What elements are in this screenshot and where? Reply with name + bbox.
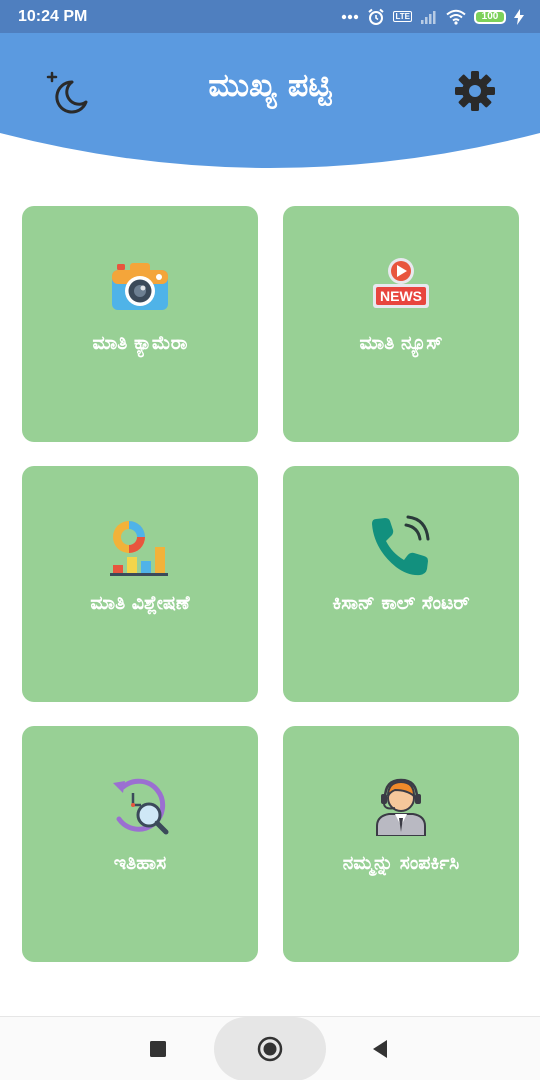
- menu-card-contact[interactable]: ನಮ್ಮನ್ನು ಸಂಪರ್ಕಿಸಿ: [283, 726, 519, 962]
- wifi-icon: [446, 9, 466, 25]
- menu-card-analytics[interactable]: ಮಾತಿ ವಿಶ್ಲೇಷಣೆ: [22, 466, 258, 702]
- dark-mode-toggle[interactable]: [44, 70, 92, 114]
- triangle-back-icon: [373, 1040, 387, 1058]
- menu-card-label: ಕಿಸಾನ್ ಕಾಲ್ ಸೆಂಟರ್: [332, 592, 470, 614]
- menu-card-label: ಮಾತಿ ಕ್ಯಾಮೆರಾ: [92, 332, 188, 354]
- battery-indicator: 100: [474, 9, 506, 24]
- status-time: 10:24 PM: [18, 7, 88, 25]
- charging-bolt-icon: [514, 8, 524, 25]
- menu-card-label: ಇತಿಹಾಸ: [113, 852, 167, 874]
- settings-button[interactable]: [452, 68, 498, 114]
- camera-icon: [112, 263, 168, 310]
- analytics-icon: [110, 521, 168, 576]
- gear-icon: [455, 71, 495, 111]
- support-agent-icon: [376, 778, 426, 836]
- signal-icon: [421, 10, 436, 24]
- menu-card-call-center[interactable]: ಕಿಸಾನ್ ಕಾಲ್ ಸೆಂಟರ್: [283, 466, 519, 702]
- menu-card-history[interactable]: ಇತಿಹಾಸ: [22, 726, 258, 962]
- menu-card-label: ನಮ್ಮನ್ನು ಸಂಪರ್ಕಿಸಿ: [342, 852, 460, 874]
- alarm-icon: [368, 8, 385, 25]
- back-button[interactable]: [362, 1031, 398, 1067]
- square-icon: [150, 1041, 166, 1057]
- menu-card-label: ಮಾತಿ ನ್ಯೂಸ್: [359, 332, 443, 354]
- phone-call-icon: [372, 515, 430, 576]
- home-button[interactable]: [250, 1029, 290, 1069]
- status-bar: 10:24 PM LTE 100: [0, 0, 540, 33]
- history-icon: [113, 778, 169, 835]
- menu-card-news[interactable]: NEWS ಮಾತಿ ನ್ಯೂಸ್: [283, 206, 519, 442]
- menu-card-camera[interactable]: ಮಾತಿ ಕ್ಯಾಮೆರಾ: [22, 206, 258, 442]
- circle-home-icon: [257, 1036, 283, 1062]
- svg-text:NEWS: NEWS: [380, 288, 422, 304]
- moon-icon: [46, 71, 88, 114]
- lte-badge: LTE: [393, 11, 412, 22]
- battery-level: 100: [474, 9, 506, 24]
- more-dots-icon: [342, 14, 359, 19]
- status-icons: LTE 100: [341, 8, 524, 26]
- system-nav-bar: [0, 1016, 540, 1080]
- recents-button[interactable]: [140, 1031, 176, 1067]
- menu-card-label: ಮಾತಿ ವಿಶ್ಲೇಷಣೆ: [90, 592, 190, 614]
- news-icon: NEWS: [373, 258, 429, 308]
